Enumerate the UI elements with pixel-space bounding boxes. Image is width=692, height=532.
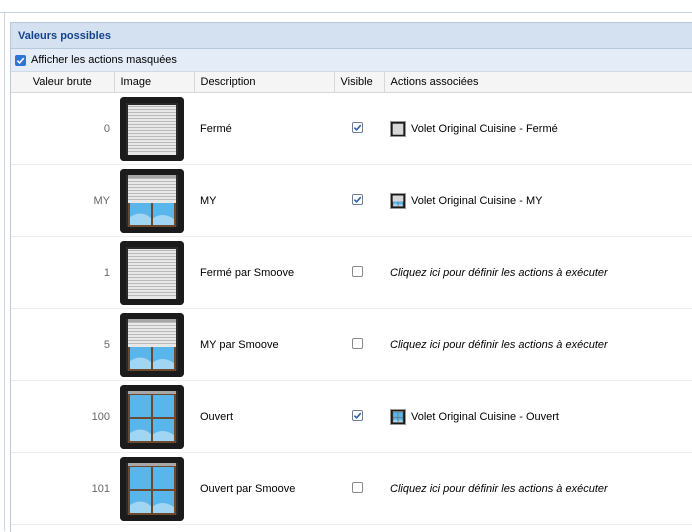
visible-cell <box>334 237 384 309</box>
shutter-open-icon <box>390 409 406 425</box>
show-hidden-actions-checkbox[interactable] <box>15 55 26 66</box>
shutter-open-icon[interactable] <box>120 385 184 449</box>
shutter-open-icon[interactable] <box>120 457 184 521</box>
visible-cell <box>334 309 384 381</box>
panel-title: Valeurs possibles <box>11 23 692 49</box>
column-header-description[interactable]: Description <box>194 72 334 93</box>
column-header-raw[interactable]: Valeur brute <box>11 72 114 93</box>
values-panel: Valeurs possibles Afficher les actions m… <box>10 22 692 532</box>
visible-checkbox[interactable] <box>352 338 363 349</box>
shutter-my-icon <box>390 193 406 209</box>
table-row[interactable]: 0 Fermé Volet Original Cuisine - Fermé <box>11 93 692 165</box>
description[interactable]: MY <box>194 165 334 237</box>
shutter-closed-icon[interactable] <box>120 97 184 161</box>
column-header-image[interactable]: Image <box>114 72 194 93</box>
visible-cell <box>334 381 384 453</box>
action-link[interactable]: Volet Original Cuisine - MY <box>411 195 542 207</box>
action-link[interactable]: Volet Original Cuisine - Ouvert <box>411 411 559 423</box>
image-cell[interactable] <box>114 309 194 381</box>
visible-checkbox[interactable] <box>352 482 363 493</box>
show-hidden-actions-option[interactable]: Afficher les actions masquées <box>11 49 692 72</box>
description[interactable]: Fermé par Smoove <box>194 237 334 309</box>
table-row[interactable]: 100 Ouvert Volet Original Cuisine - Ouve… <box>11 381 692 453</box>
description[interactable]: Ouvert par Smoove <box>194 453 334 525</box>
image-cell[interactable] <box>114 237 194 309</box>
actions-cell[interactable]: Cliquez ici pour définir les actions à e… <box>384 237 692 309</box>
define-actions-link[interactable]: Cliquez ici pour définir les actions à e… <box>390 483 608 495</box>
visible-cell <box>334 453 384 525</box>
image-cell[interactable] <box>114 453 194 525</box>
left-rail <box>0 13 5 531</box>
show-hidden-actions-label: Afficher les actions masquées <box>31 54 177 66</box>
shutter-my-icon[interactable] <box>120 169 184 233</box>
visible-checkbox[interactable] <box>352 266 363 277</box>
raw-value: MY <box>11 165 114 237</box>
column-header-visible[interactable]: Visible <box>334 72 384 93</box>
table-row[interactable]: 101 Ouvert par Smoove Cliquez ici pour dé… <box>11 453 692 525</box>
description[interactable]: Fermé <box>194 93 334 165</box>
actions-cell[interactable]: Cliquez ici pour définir les actions à e… <box>384 453 692 525</box>
visible-checkbox[interactable] <box>352 410 363 421</box>
table-header-row: Valeur brute Image Description Visible A… <box>11 72 692 93</box>
shutter-closed-icon <box>390 121 406 137</box>
shutter-my-icon[interactable] <box>120 313 184 377</box>
raw-value: 1 <box>11 237 114 309</box>
visible-cell <box>334 165 384 237</box>
visible-cell <box>334 93 384 165</box>
raw-value: 101 <box>11 453 114 525</box>
top-border <box>0 0 692 13</box>
description[interactable]: Ouvert <box>194 381 334 453</box>
define-actions-link[interactable]: Cliquez ici pour définir les actions à e… <box>390 339 608 351</box>
visible-checkbox[interactable] <box>352 122 363 133</box>
raw-value: 100 <box>11 381 114 453</box>
column-header-actions[interactable]: Actions associées <box>384 72 692 93</box>
description[interactable]: MY par Smoove <box>194 309 334 381</box>
actions-cell[interactable]: Volet Original Cuisine - Fermé <box>384 93 692 165</box>
image-cell[interactable] <box>114 93 194 165</box>
raw-value: 0 <box>11 93 114 165</box>
actions-cell[interactable]: Volet Original Cuisine - Ouvert <box>384 381 692 453</box>
table-row[interactable]: MY MY Volet Original Cuisine - MY <box>11 165 692 237</box>
action-link[interactable]: Volet Original Cuisine - Fermé <box>411 123 558 135</box>
shutter-closed-icon[interactable] <box>120 241 184 305</box>
actions-cell[interactable]: Volet Original Cuisine - MY <box>384 165 692 237</box>
visible-checkbox[interactable] <box>352 194 363 205</box>
table-row[interactable]: 5 MY par Smoove Cliquez ici pour définir … <box>11 309 692 381</box>
actions-cell[interactable]: Cliquez ici pour définir les actions à e… <box>384 309 692 381</box>
image-cell[interactable] <box>114 165 194 237</box>
raw-value: 5 <box>11 309 114 381</box>
define-actions-link[interactable]: Cliquez ici pour définir les actions à e… <box>390 267 608 279</box>
image-cell[interactable] <box>114 381 194 453</box>
table-row[interactable]: 1 Fermé par Smoove Cliquez ici pour défin… <box>11 237 692 309</box>
values-table: Valeur brute Image Description Visible A… <box>11 72 692 525</box>
